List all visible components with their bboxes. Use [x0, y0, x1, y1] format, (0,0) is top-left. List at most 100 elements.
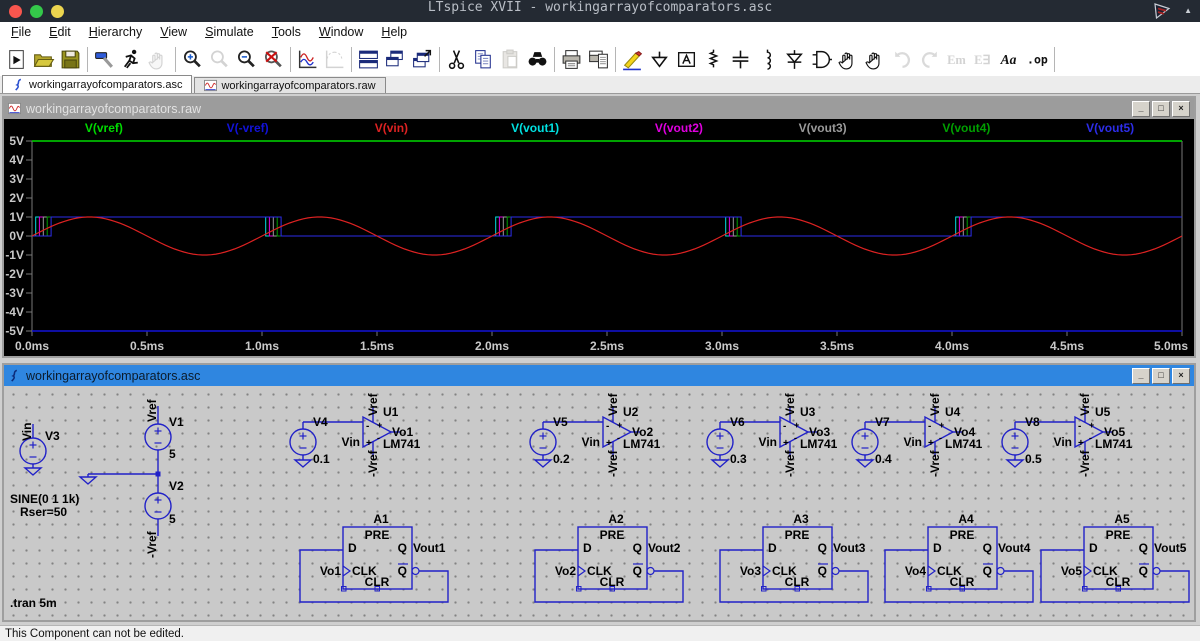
schematic-canvas[interactable]: VinV3SINE(0 1 1k)Rser=50VrefV15V25-Vref.…	[4, 386, 1194, 620]
waveform-window-titlebar[interactable]: workingarrayofcomparators.raw _ □ ×	[4, 98, 1194, 119]
mirror-button[interactable]: Em	[943, 45, 970, 73]
x-tick-label: 4.5ms	[1050, 339, 1084, 353]
tab-label: workingarrayofcomparators.asc	[29, 79, 182, 91]
zoom-fit-button[interactable]	[260, 45, 287, 73]
cascade-windows-button[interactable]	[382, 45, 409, 73]
diode-button[interactable]	[781, 45, 808, 73]
print-button[interactable]	[558, 45, 585, 73]
move-button[interactable]	[835, 45, 862, 73]
save-button[interactable]	[57, 45, 84, 73]
refdes-V2: V2	[169, 479, 184, 493]
tab-waveform[interactable]: workingarrayofcomparators.raw	[194, 77, 385, 93]
new-schematic-button[interactable]	[3, 45, 30, 73]
model-label: LM741	[383, 437, 421, 451]
print-preview-button[interactable]	[585, 45, 612, 73]
sch-label: -	[377, 433, 380, 443]
run-button[interactable]	[118, 45, 145, 73]
paste-button[interactable]	[497, 45, 524, 73]
menu-help[interactable]: Help	[372, 25, 416, 39]
capacitor-button[interactable]	[727, 45, 754, 73]
opamp-vin-label: Vin	[582, 435, 600, 449]
spice-directive-button[interactable]: .op	[1024, 45, 1051, 73]
schematic-window-titlebar[interactable]: workingarrayofcomparators.asc _ □ ×	[4, 365, 1194, 386]
ground-symbol	[535, 460, 551, 467]
menu-view[interactable]: View	[151, 25, 196, 39]
copy-button[interactable]	[470, 45, 497, 73]
sch-label: -	[783, 421, 786, 432]
maximize-button[interactable]: □	[1152, 368, 1170, 384]
menu-hierarchy[interactable]: Hierarchy	[80, 25, 152, 39]
menu-edit[interactable]: Edit	[40, 25, 80, 39]
close-button[interactable]: ×	[1172, 101, 1190, 117]
y-tick-label: -3V	[5, 286, 24, 300]
component-button[interactable]	[808, 45, 835, 73]
net-label-minus-vref: -Vref	[145, 530, 159, 558]
net-label-vref: Vref	[145, 398, 159, 422]
pin-pre: PRE	[1106, 528, 1131, 542]
y-tick-label: 3V	[9, 172, 24, 186]
run-icon	[120, 48, 143, 71]
find-button[interactable]	[524, 45, 551, 73]
ground-icon	[648, 48, 671, 71]
refdes-V3: V3	[45, 429, 60, 443]
collapse-arrow-icon[interactable]: ▲	[1184, 6, 1192, 15]
drag-button[interactable]	[862, 45, 889, 73]
sch-label: -	[939, 433, 942, 443]
inductor-button[interactable]	[754, 45, 781, 73]
toolbar: EmE∃Aa.op	[0, 42, 1200, 77]
component-icon	[810, 48, 833, 71]
menubar: FileEditHierarchyViewSimulateToolsWindow…	[0, 22, 1200, 42]
net-label-button[interactable]	[673, 45, 700, 73]
plot-area[interactable]: 5V4V3V2V1V0V-1V-2V-3V-4V-5V0.0ms0.5ms1.0…	[4, 119, 1194, 356]
menu-file[interactable]: File	[2, 25, 40, 39]
redo-button[interactable]	[916, 45, 943, 73]
titlebar[interactable]: LTspice XVII - workingarrayofcomparators…	[0, 0, 1200, 22]
zoom-out-button[interactable]	[233, 45, 260, 73]
open-button[interactable]	[30, 45, 57, 73]
resistor-button[interactable]	[700, 45, 727, 73]
voltage-source-V2[interactable]	[145, 493, 171, 519]
menu-tools[interactable]: Tools	[263, 25, 310, 39]
rotate-button[interactable]: E∃	[970, 45, 997, 73]
net-label-clk-Vo5: Vo5	[1061, 564, 1082, 578]
halt-button[interactable]	[145, 45, 172, 73]
tile-windows-button[interactable]	[355, 45, 382, 73]
trace-V(vout5)	[32, 217, 1182, 236]
y-tick-label: 1V	[9, 210, 24, 224]
zoom-back-button[interactable]	[206, 45, 233, 73]
x-tick-label: 3.0ms	[705, 339, 739, 353]
y-tick-label: -5V	[5, 324, 24, 338]
plot-settings-button[interactable]	[321, 45, 348, 73]
toolbar-separator	[175, 47, 176, 72]
control-panel-button[interactable]	[91, 45, 118, 73]
zoom-in-icon	[181, 48, 204, 71]
minimize-button[interactable]: _	[1132, 101, 1150, 117]
pin-qbar: Q	[398, 564, 407, 578]
close-button[interactable]: ×	[1172, 368, 1190, 384]
pin-clr: CLR	[365, 575, 390, 589]
text-button[interactable]: Aa	[997, 45, 1024, 73]
x-tick-label: 2.5ms	[590, 339, 624, 353]
schematic-file-icon	[12, 78, 25, 91]
threshold-value: 0.3	[730, 452, 747, 466]
refdes-V7: V7	[875, 415, 890, 429]
source-rser: Rser=50	[20, 505, 67, 519]
waveform-plot[interactable]: V(vref)V(-vref)V(vin)V(vout1)V(vout2)V(v…	[4, 119, 1194, 356]
voltage-source-V1[interactable]	[145, 424, 171, 450]
wire-icon	[621, 48, 644, 71]
wire-button[interactable]	[619, 45, 646, 73]
drag-icon	[864, 48, 887, 71]
autorange-y-button[interactable]	[294, 45, 321, 73]
zoom-in-button[interactable]	[179, 45, 206, 73]
ground-button[interactable]	[646, 45, 673, 73]
cascade-expand-button[interactable]	[409, 45, 436, 73]
maximize-button[interactable]: □	[1152, 101, 1170, 117]
menu-window[interactable]: Window	[310, 25, 372, 39]
tab-schematic[interactable]: workingarrayofcomparators.asc	[2, 75, 192, 93]
cut-button[interactable]	[443, 45, 470, 73]
sch-label: -	[606, 421, 609, 432]
menu-simulate[interactable]: Simulate	[196, 25, 263, 39]
mirror-icon: Em	[945, 48, 968, 71]
undo-button[interactable]	[889, 45, 916, 73]
minimize-button[interactable]: _	[1132, 368, 1150, 384]
